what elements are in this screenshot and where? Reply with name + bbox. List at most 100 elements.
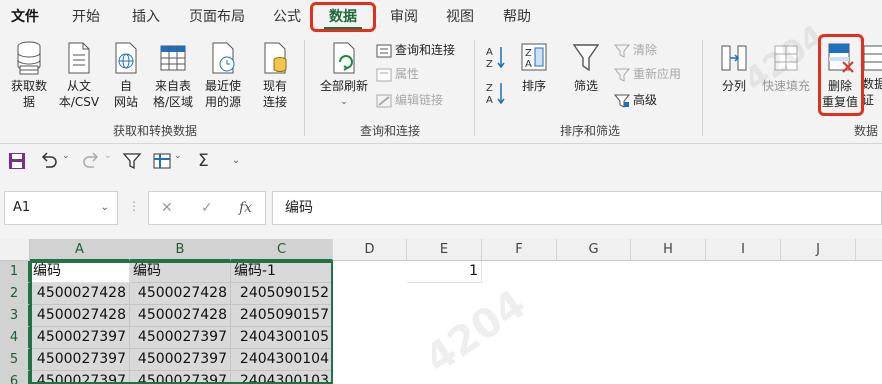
tab-review[interactable]: 审阅 xyxy=(384,0,424,34)
cell-c3[interactable]: 2405090157 xyxy=(231,305,333,327)
redo-icon[interactable] xyxy=(80,151,102,171)
from-text-csv-button[interactable]: 从文 本/CSV xyxy=(54,40,104,110)
edit-links-button[interactable]: 编辑链接 xyxy=(376,90,443,110)
cell-c1[interactable]: 编码-1 xyxy=(231,261,333,283)
svg-text:A: A xyxy=(486,47,493,58)
quick-access-toolbar: ⌄ ⌄ ⌄ Σ ⌄ xyxy=(0,145,882,177)
customize-toolbar-icon[interactable]: ⌄ xyxy=(232,151,240,171)
cell-b5[interactable]: 4500027397 xyxy=(130,349,231,371)
tab-view[interactable]: 视图 xyxy=(440,0,480,34)
formula-bar: A1 ⌄ ⋮ ✕ ✓ fx 编码 xyxy=(0,177,882,239)
name-box[interactable]: A1 ⌄ xyxy=(4,191,118,225)
from-web-button[interactable]: 自 网站 xyxy=(106,40,146,110)
cell-c5[interactable]: 2404300104 xyxy=(231,349,333,371)
column-header-d[interactable]: D xyxy=(333,239,407,261)
enter-icon[interactable]: ✓ xyxy=(201,200,213,216)
queries-group-label: 查询和连接 xyxy=(359,124,420,138)
clear-filter-button[interactable]: 清除 xyxy=(613,40,658,60)
select-all-corner[interactable] xyxy=(0,239,30,261)
chevron-down-icon[interactable]: ⌄ xyxy=(101,192,109,224)
column-header-b[interactable]: B xyxy=(130,239,231,261)
properties-button[interactable]: 属性 xyxy=(376,64,419,84)
tab-page-layout[interactable]: 页面布局 xyxy=(184,0,250,34)
row-header-6[interactable]: 6 xyxy=(0,371,30,384)
cell-b2[interactable]: 4500027428 xyxy=(130,283,231,305)
column-header-j[interactable]: J xyxy=(781,239,856,261)
column-header-f[interactable]: F xyxy=(482,239,557,261)
sort-descending-button[interactable]: ZA xyxy=(484,80,508,110)
ribbon-tab-bar: 文件 开始 插入 页面布局 公式 数据 审阅 视图 帮助 xyxy=(0,0,882,34)
cell-b1[interactable]: 编码 xyxy=(130,261,231,283)
reapply-icon xyxy=(613,68,631,82)
database-icon xyxy=(17,41,41,75)
cell-b6[interactable]: 4500027397 xyxy=(130,371,231,384)
cell-a6[interactable]: 4500027397 xyxy=(30,371,130,384)
undo-dropdown-icon[interactable]: ⌄ xyxy=(62,151,70,171)
cell-a4[interactable]: 4500027397 xyxy=(30,327,130,349)
group-separator xyxy=(474,40,475,136)
get-data-button[interactable]: 获取数 据 xyxy=(6,40,52,110)
cell-a2[interactable]: 4500027428 xyxy=(30,283,130,305)
tab-formulas[interactable]: 公式 xyxy=(266,0,308,34)
undo-icon[interactable] xyxy=(38,151,60,171)
filter-button[interactable]: 筛选 xyxy=(566,40,606,94)
redo-dropdown-icon[interactable]: ⌄ xyxy=(104,151,112,171)
refresh-all-button[interactable]: 全部刷新 ⌄ xyxy=(312,40,376,110)
cell-a5[interactable]: 4500027397 xyxy=(30,349,130,371)
column-header-c[interactable]: C xyxy=(231,239,333,261)
cell-c4[interactable]: 2404300105 xyxy=(231,327,333,349)
from-web-label: 自 网站 xyxy=(113,79,138,109)
flash-fill-button[interactable]: 快速填充 xyxy=(758,40,814,94)
row-header-3[interactable]: 3 xyxy=(0,305,30,327)
filter-icon[interactable] xyxy=(122,151,142,171)
column-header-i[interactable]: I xyxy=(706,239,781,261)
tab-home[interactable]: 开始 xyxy=(64,0,108,34)
cell-e1[interactable]: 1 xyxy=(407,261,482,283)
column-header-a[interactable]: A xyxy=(30,239,130,261)
cell-b3[interactable]: 4500027428 xyxy=(130,305,231,327)
cell-a3[interactable]: 4500027428 xyxy=(30,305,130,327)
cancel-icon[interactable]: ✕ xyxy=(161,200,173,216)
text-to-columns-button[interactable]: 分列 xyxy=(714,40,754,94)
clear-label: 清除 xyxy=(633,43,658,57)
drag-handle-icon[interactable]: ⋮ xyxy=(128,199,140,213)
formula-input[interactable]: 编码 xyxy=(272,191,882,225)
cell-c2[interactable]: 2405090152 xyxy=(231,283,333,305)
cell-b4[interactable]: 4500027397 xyxy=(130,327,231,349)
svg-text:A: A xyxy=(486,95,493,106)
chevron-down-icon: ⌄ xyxy=(340,97,348,107)
data-validation-button[interactable]: 数据 证 xyxy=(862,40,882,108)
sort-button[interactable]: ZA 排序 xyxy=(514,40,554,94)
row-header-1[interactable]: 1 xyxy=(0,261,30,283)
reapply-button[interactable]: 重新应用 xyxy=(613,64,681,84)
cell-a1[interactable]: 编码 xyxy=(30,261,130,283)
refresh-icon xyxy=(333,42,355,74)
tab-insert[interactable]: 插入 xyxy=(124,0,168,34)
recent-sources-button[interactable]: 最近使 用的源 xyxy=(198,40,248,110)
sum-icon[interactable]: Σ xyxy=(198,151,209,171)
recent-sources-label: 最近使 用的源 xyxy=(204,79,241,109)
insert-function-icon[interactable]: fx xyxy=(239,200,252,216)
row-header-5[interactable]: 5 xyxy=(0,349,30,371)
from-text-csv-label: 从文 本/CSV xyxy=(58,79,100,109)
advanced-filter-button[interactable]: 高级 xyxy=(613,90,657,110)
tab-file[interactable]: 文件 xyxy=(4,0,46,34)
existing-connections-button[interactable]: 现有 连接 xyxy=(254,40,296,110)
cell-c6[interactable]: 2404300103 xyxy=(231,371,333,384)
filter-label: 筛选 xyxy=(573,79,598,93)
save-icon[interactable] xyxy=(8,151,26,171)
get-data-label: 获取数 据 xyxy=(10,79,47,109)
sort-ascending-button[interactable]: AZ xyxy=(484,44,508,74)
column-header-g[interactable]: G xyxy=(557,239,631,261)
freeze-dropdown-icon[interactable]: ⌄ xyxy=(174,151,182,171)
column-header-k[interactable] xyxy=(856,239,882,261)
tab-help[interactable]: 帮助 xyxy=(496,0,538,34)
row-header-2[interactable]: 2 xyxy=(0,283,30,305)
freeze-panes-icon[interactable] xyxy=(152,151,172,171)
row-header-4[interactable]: 4 xyxy=(0,327,30,349)
column-header-e[interactable]: E xyxy=(407,239,482,261)
from-table-button[interactable]: 来自表 格/区域 xyxy=(148,40,198,110)
column-header-h[interactable]: H xyxy=(631,239,706,261)
queries-connections-button[interactable]: 查询和连接 xyxy=(376,40,455,60)
from-table-label: 来自表 格/区域 xyxy=(152,79,194,109)
